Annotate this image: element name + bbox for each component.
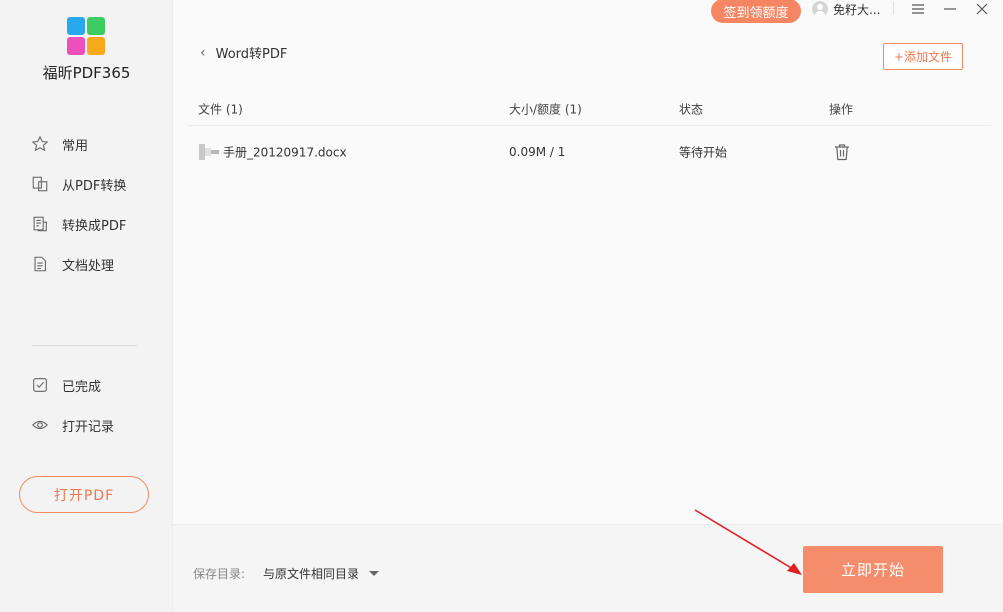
sidebar-item-completed[interactable]: 已完成 — [30, 373, 101, 397]
file-name: 手册_20120917.docx — [223, 145, 347, 160]
sidebar-item-common[interactable]: 常用 — [30, 132, 88, 156]
column-header-file: 文件 (1) — [198, 102, 243, 116]
sidebar: 福昕PDF365 常用 从PDF转换 转换成PDF 文档处理 已完成 打开记录 … — [0, 0, 173, 612]
avatar — [812, 1, 828, 17]
sidebar-item-from-pdf[interactable]: 从PDF转换 — [30, 172, 126, 196]
app-logo-icon — [67, 17, 105, 55]
star-icon — [30, 134, 50, 154]
back-button[interactable]: ‹ Word转PDF — [200, 43, 288, 63]
column-header-action: 操作 — [829, 102, 854, 116]
save-directory-value: 与原文件相同目录 — [263, 567, 360, 581]
trash-icon[interactable] — [834, 143, 850, 161]
add-file-button[interactable]: +添加文件 — [883, 43, 963, 70]
close-icon[interactable] — [972, 0, 992, 18]
column-header-status: 状态 — [679, 102, 704, 116]
app-name: 福昕PDF365 — [42, 64, 131, 82]
chevron-left-icon: ‹ — [200, 44, 206, 61]
user-name: 免籽大... — [833, 2, 881, 17]
save-directory-select[interactable]: 与原文件相同目录 — [263, 565, 380, 582]
sidebar-item-label: 已完成 — [62, 379, 102, 395]
menu-icon[interactable] — [908, 0, 928, 18]
sidebar-item-doc-process[interactable]: 文档处理 — [30, 252, 114, 276]
sidebar-item-to-pdf[interactable]: 转换成PDF — [30, 212, 126, 236]
open-pdf-button[interactable]: 打开PDF — [19, 476, 149, 513]
check-box-icon — [30, 375, 50, 395]
file-size: 0.09M / 1 — [509, 145, 566, 159]
file-status: 等待开始 — [679, 145, 728, 160]
caret-down-icon — [369, 571, 380, 576]
word-file-icon — [199, 144, 219, 160]
from-pdf-icon — [30, 174, 50, 194]
minimize-icon[interactable] — [940, 0, 960, 18]
sidebar-divider — [32, 345, 137, 346]
column-header-size: 大小/额度 (1) — [509, 102, 582, 116]
user-account[interactable]: 免籽大... — [812, 0, 880, 18]
sidebar-item-label: 文档处理 — [62, 258, 115, 274]
sidebar-item-label: 转换成PDF — [62, 218, 127, 234]
save-directory-label: 保存目录: — [193, 567, 246, 581]
table-header: 文件 (1) 大小/额度 (1) 状态 操作 — [188, 92, 991, 126]
page-title: Word转PDF — [215, 47, 288, 62]
topbar-divider — [893, 1, 894, 15]
sidebar-item-label: 常用 — [62, 138, 89, 154]
annotation-arrow-icon — [694, 509, 802, 575]
sidebar-item-label: 从PDF转换 — [62, 178, 127, 194]
sidebar-item-open-history[interactable]: 打开记录 — [30, 413, 114, 437]
signin-reward-button[interactable]: 签到领额度 — [711, 0, 801, 23]
document-icon — [30, 254, 50, 274]
sidebar-item-label: 打开记录 — [62, 419, 115, 435]
start-now-button[interactable]: 立即开始 — [803, 546, 943, 593]
footer-bar: 保存目录: 与原文件相同目录 立即开始 — [173, 524, 1003, 612]
table-row: 手册_20120917.docx 0.09M / 1 等待开始 — [188, 134, 991, 170]
to-pdf-icon — [30, 214, 50, 234]
eye-icon — [30, 415, 50, 435]
